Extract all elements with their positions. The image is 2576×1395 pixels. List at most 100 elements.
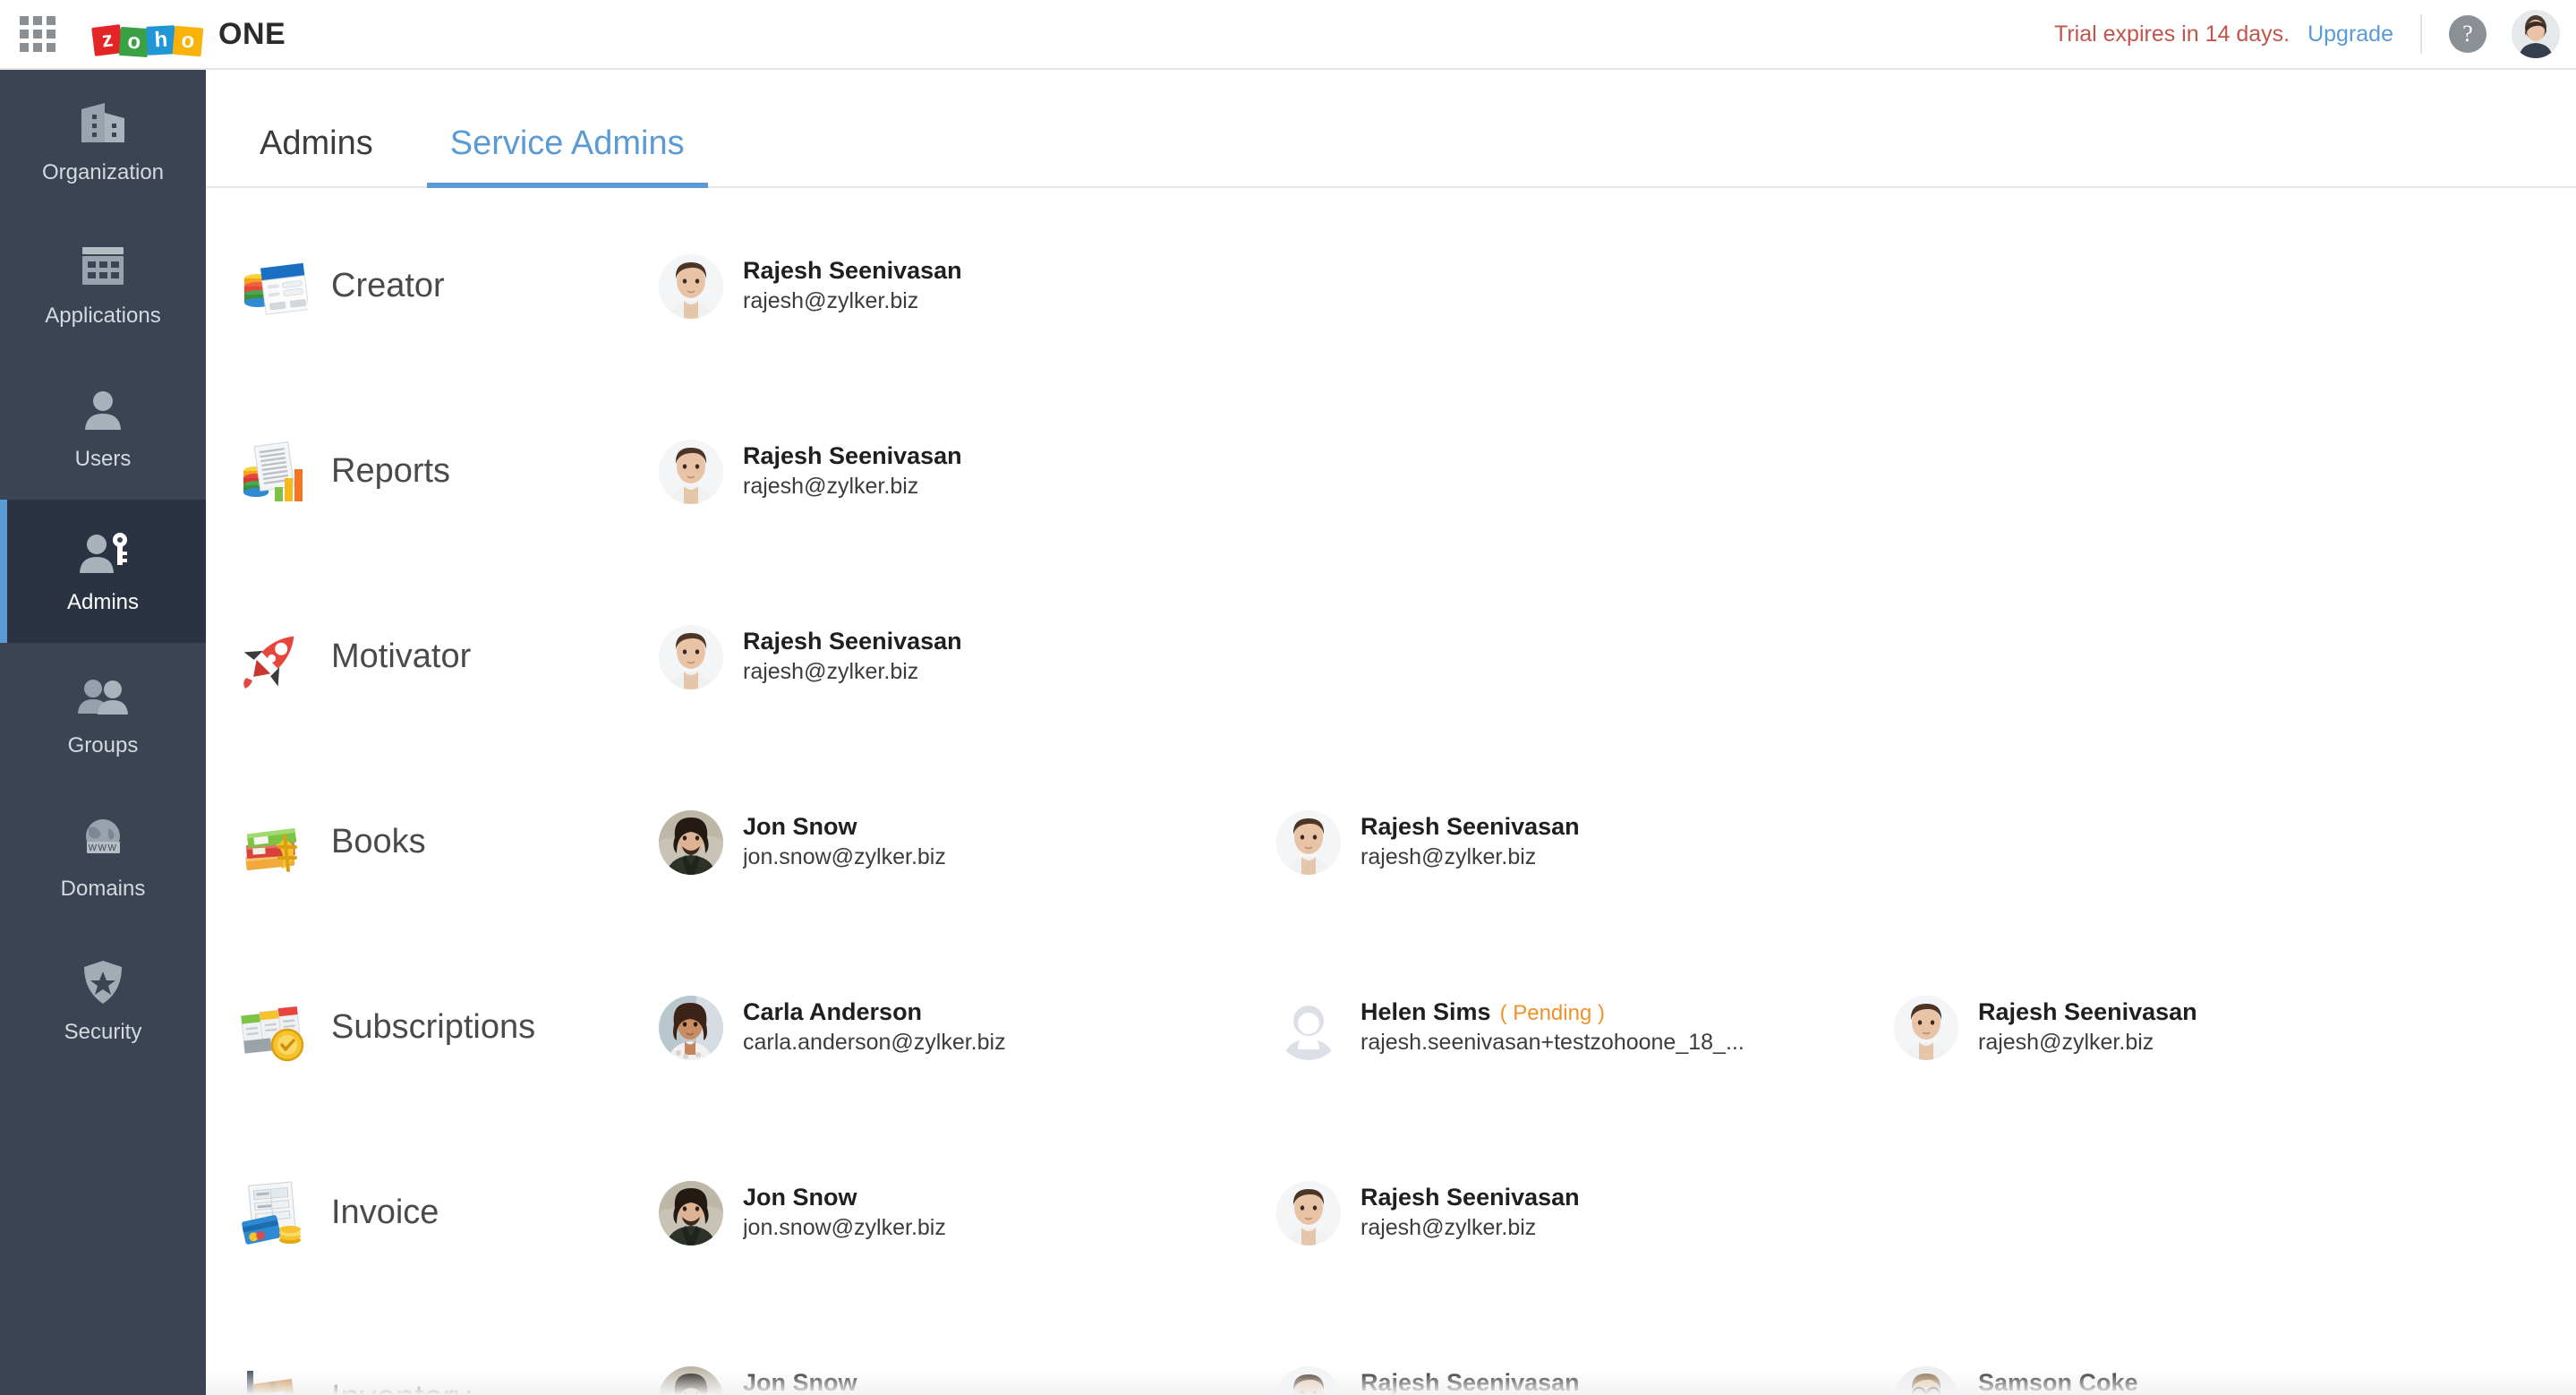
admin-cell[interactable]: Jon Snowjon.snow@zylker.biz <box>659 1180 1276 1245</box>
app-cell[interactable]: Subscriptions <box>238 993 659 1063</box>
admin-info: Rajesh Seenivasan rajesh@zylker.biz <box>743 255 962 317</box>
admin-name-text: Rajesh Seenivasan <box>743 628 962 655</box>
sidebar-item-label: Applications <box>45 304 161 328</box>
admin-cell[interactable]: Rajesh Seenivasan rajesh@zylker.biz <box>1276 809 1894 875</box>
sidebar-item-label: Admins <box>66 590 140 614</box>
motivator-icon <box>238 622 308 692</box>
admin-info: Rajesh Seenivasan rajesh@zylker.biz <box>1361 1182 1580 1244</box>
admin-email: rajesh@zylker.biz <box>1361 844 1537 870</box>
avatar <box>659 1365 723 1395</box>
user-key-icon <box>75 527 131 578</box>
invoice-icon <box>238 1178 308 1248</box>
app-name: Inventory <box>331 1379 471 1395</box>
avatar <box>1276 1365 1341 1395</box>
admin-info: Rajesh Seenivasan rajesh@zylker.biz <box>1978 997 2197 1058</box>
avatar <box>659 1180 723 1245</box>
admin-name: Rajesh Seenivasan <box>743 441 962 472</box>
sidebar-item-users[interactable]: Users <box>0 356 206 500</box>
sidebar-item-label: Domains <box>60 877 146 901</box>
admin-info: Samson Cokesamson.coke@zylker.biz <box>1978 1367 2224 1395</box>
admin-cell[interactable]: Helen Sims ( Pending ) rajesh.seenivasan+t… <box>1276 995 1894 1060</box>
admin-name: Rajesh Seenivasan <box>1361 1367 1580 1395</box>
top-bar: z o h o ONE Trial expires in 14 days. Up… <box>0 0 2576 70</box>
apps-grid-icon <box>80 241 126 291</box>
admin-list: Jon Snow jon.snow@zylker.biz Rajesh Seeni… <box>659 809 2576 875</box>
admin-cell[interactable]: Rajesh Seenivasanrajesh@zylker.biz <box>659 439 1276 504</box>
admin-cell[interactable]: Carla Anderson carla.anderson@zylker.biz <box>659 995 1276 1060</box>
avatar <box>659 439 723 504</box>
top-bar-right: Trial expires in 14 days. Upgrade ? <box>2054 0 2576 68</box>
admin-email: rajesh@zylker.biz <box>743 474 919 500</box>
sidebar-item-label: Users <box>74 447 132 471</box>
admin-name-text: Rajesh Seenivasan <box>1361 1184 1580 1211</box>
sidebar-item-applications[interactable]: Applications <box>0 213 206 356</box>
admin-cell[interactable]: Rajesh Seenivasanrajesh@zylker.biz <box>659 253 1276 319</box>
app-cell[interactable]: Books <box>238 808 659 877</box>
admin-cell[interactable]: Rajesh Seenivasan rajesh@zylker.biz <box>1276 1180 1894 1245</box>
sidebar-item-security[interactable]: Security <box>0 929 206 1073</box>
admin-name-text: Rajesh Seenivasan <box>1361 813 1580 841</box>
inventory-icon <box>238 1364 308 1395</box>
upgrade-link[interactable]: Upgrade <box>2307 21 2393 47</box>
main-content: Admins Service Admins Creator Rajesh See… <box>206 70 2576 1395</box>
admin-cell[interactable]: Samson Cokesamson.coke@zylker.biz <box>1894 1365 2512 1395</box>
service-admin-row: Invoice Jon Snow jon.snow@zylker.biz Raje… <box>206 1120 2576 1305</box>
admin-cell[interactable]: Rajesh Seenivasan rajesh@zylker.biz <box>659 624 1276 689</box>
admin-list: Jon Snowjon.snow@zylker.biz Rajesh Seeni… <box>659 1180 2576 1245</box>
admin-name: Rajesh Seenivasan <box>1361 811 1580 843</box>
service-admin-row: Creator Rajesh Seenivasan rajesh@zylker.b… <box>206 193 2576 379</box>
avatar <box>1276 809 1341 875</box>
sidebar-item-domains[interactable]: WWW Domains <box>0 786 206 929</box>
app-cell[interactable]: Reports <box>238 437 659 507</box>
admin-name: Rajesh Seenivasan <box>743 626 962 657</box>
admin-cell[interactable]: Rajesh Seenivasanrajesh@zylker.biz <box>1894 995 2512 1060</box>
zoho-letter-o2: o <box>172 25 204 57</box>
admin-info: Jon Snow jon.snow@zylker.biz <box>743 811 946 873</box>
avatar <box>659 809 723 875</box>
admin-email: jon.snow@zylker.biz <box>743 844 946 870</box>
admin-email: rajesh.seenivasan+testzohoone_18_... <box>1361 1030 1744 1056</box>
admin-email: rajesh@zylker.biz <box>743 659 919 685</box>
sidebar-item-organization[interactable]: Organization <box>0 70 206 213</box>
admin-name: Samson Coke <box>1978 1367 2224 1395</box>
avatar <box>1894 995 1958 1060</box>
app-cell[interactable]: Inventory <box>238 1364 659 1395</box>
zoho-letter-h: h <box>146 25 176 56</box>
service-admin-row: Books Jon Snow jon.snow@zylker.biz Rajesh… <box>206 749 2576 935</box>
product-name: ONE <box>218 16 286 51</box>
tab-service-admins[interactable]: Service Admins <box>426 124 708 188</box>
app-cell[interactable]: Creator <box>238 252 659 321</box>
building-icon <box>78 98 128 148</box>
admin-name-text: Jon Snow <box>743 1369 857 1395</box>
admin-cell[interactable]: Rajesh Seenivasanrajesh@zylker.biz <box>1276 1365 1894 1395</box>
zoho-logo: z o h o <box>91 13 204 58</box>
help-icon[interactable]: ? <box>2449 15 2486 53</box>
admin-name: Helen Sims ( Pending ) <box>1361 997 1744 1028</box>
admin-name-text: Carla Anderson <box>743 998 923 1026</box>
creator-icon <box>238 252 310 321</box>
admin-info: Rajesh Seenivasan rajesh@zylker.biz <box>1361 811 1580 873</box>
tab-admins[interactable]: Admins <box>260 124 373 186</box>
sidebar-item-groups[interactable]: Groups <box>0 643 206 786</box>
avatar[interactable] <box>2512 10 2560 58</box>
admin-email: rajesh@zylker.biz <box>1361 1215 1537 1241</box>
admin-list: Rajesh Seenivasan rajesh@zylker.biz <box>659 624 2576 689</box>
admin-cell[interactable]: Jon Snowjon.snow@zylker.biz <box>659 1365 1276 1395</box>
sidebar-item-label: Groups <box>67 733 139 757</box>
svg-text:WWW: WWW <box>89 843 118 853</box>
status-badge: ( Pending ) <box>1499 1001 1605 1026</box>
zoho-one-logo[interactable]: z o h o ONE <box>91 13 286 58</box>
admin-name: Rajesh Seenivasan <box>1978 997 2197 1028</box>
admin-name-text: Jon Snow <box>743 813 857 841</box>
admin-list: Jon Snowjon.snow@zylker.biz Rajesh Seeni… <box>659 1365 2576 1395</box>
admin-name-text: Samson Coke <box>1978 1369 2138 1395</box>
admin-name: Rajesh Seenivasan <box>743 255 962 287</box>
service-admin-row: Motivator Rajesh Seenivasan rajesh@zylker… <box>206 564 2576 749</box>
service-admin-row: Reports Rajesh Seenivasan rajesh@zylker.b… <box>206 379 2576 564</box>
app-cell[interactable]: Motivator <box>238 622 659 692</box>
apps-grid-icon[interactable] <box>18 14 57 54</box>
app-cell[interactable]: Invoice <box>238 1178 659 1248</box>
admin-cell[interactable]: Jon Snow jon.snow@zylker.biz <box>659 809 1276 875</box>
sidebar-item-admins[interactable]: Admins <box>0 500 206 643</box>
avatar <box>1894 1365 1958 1395</box>
